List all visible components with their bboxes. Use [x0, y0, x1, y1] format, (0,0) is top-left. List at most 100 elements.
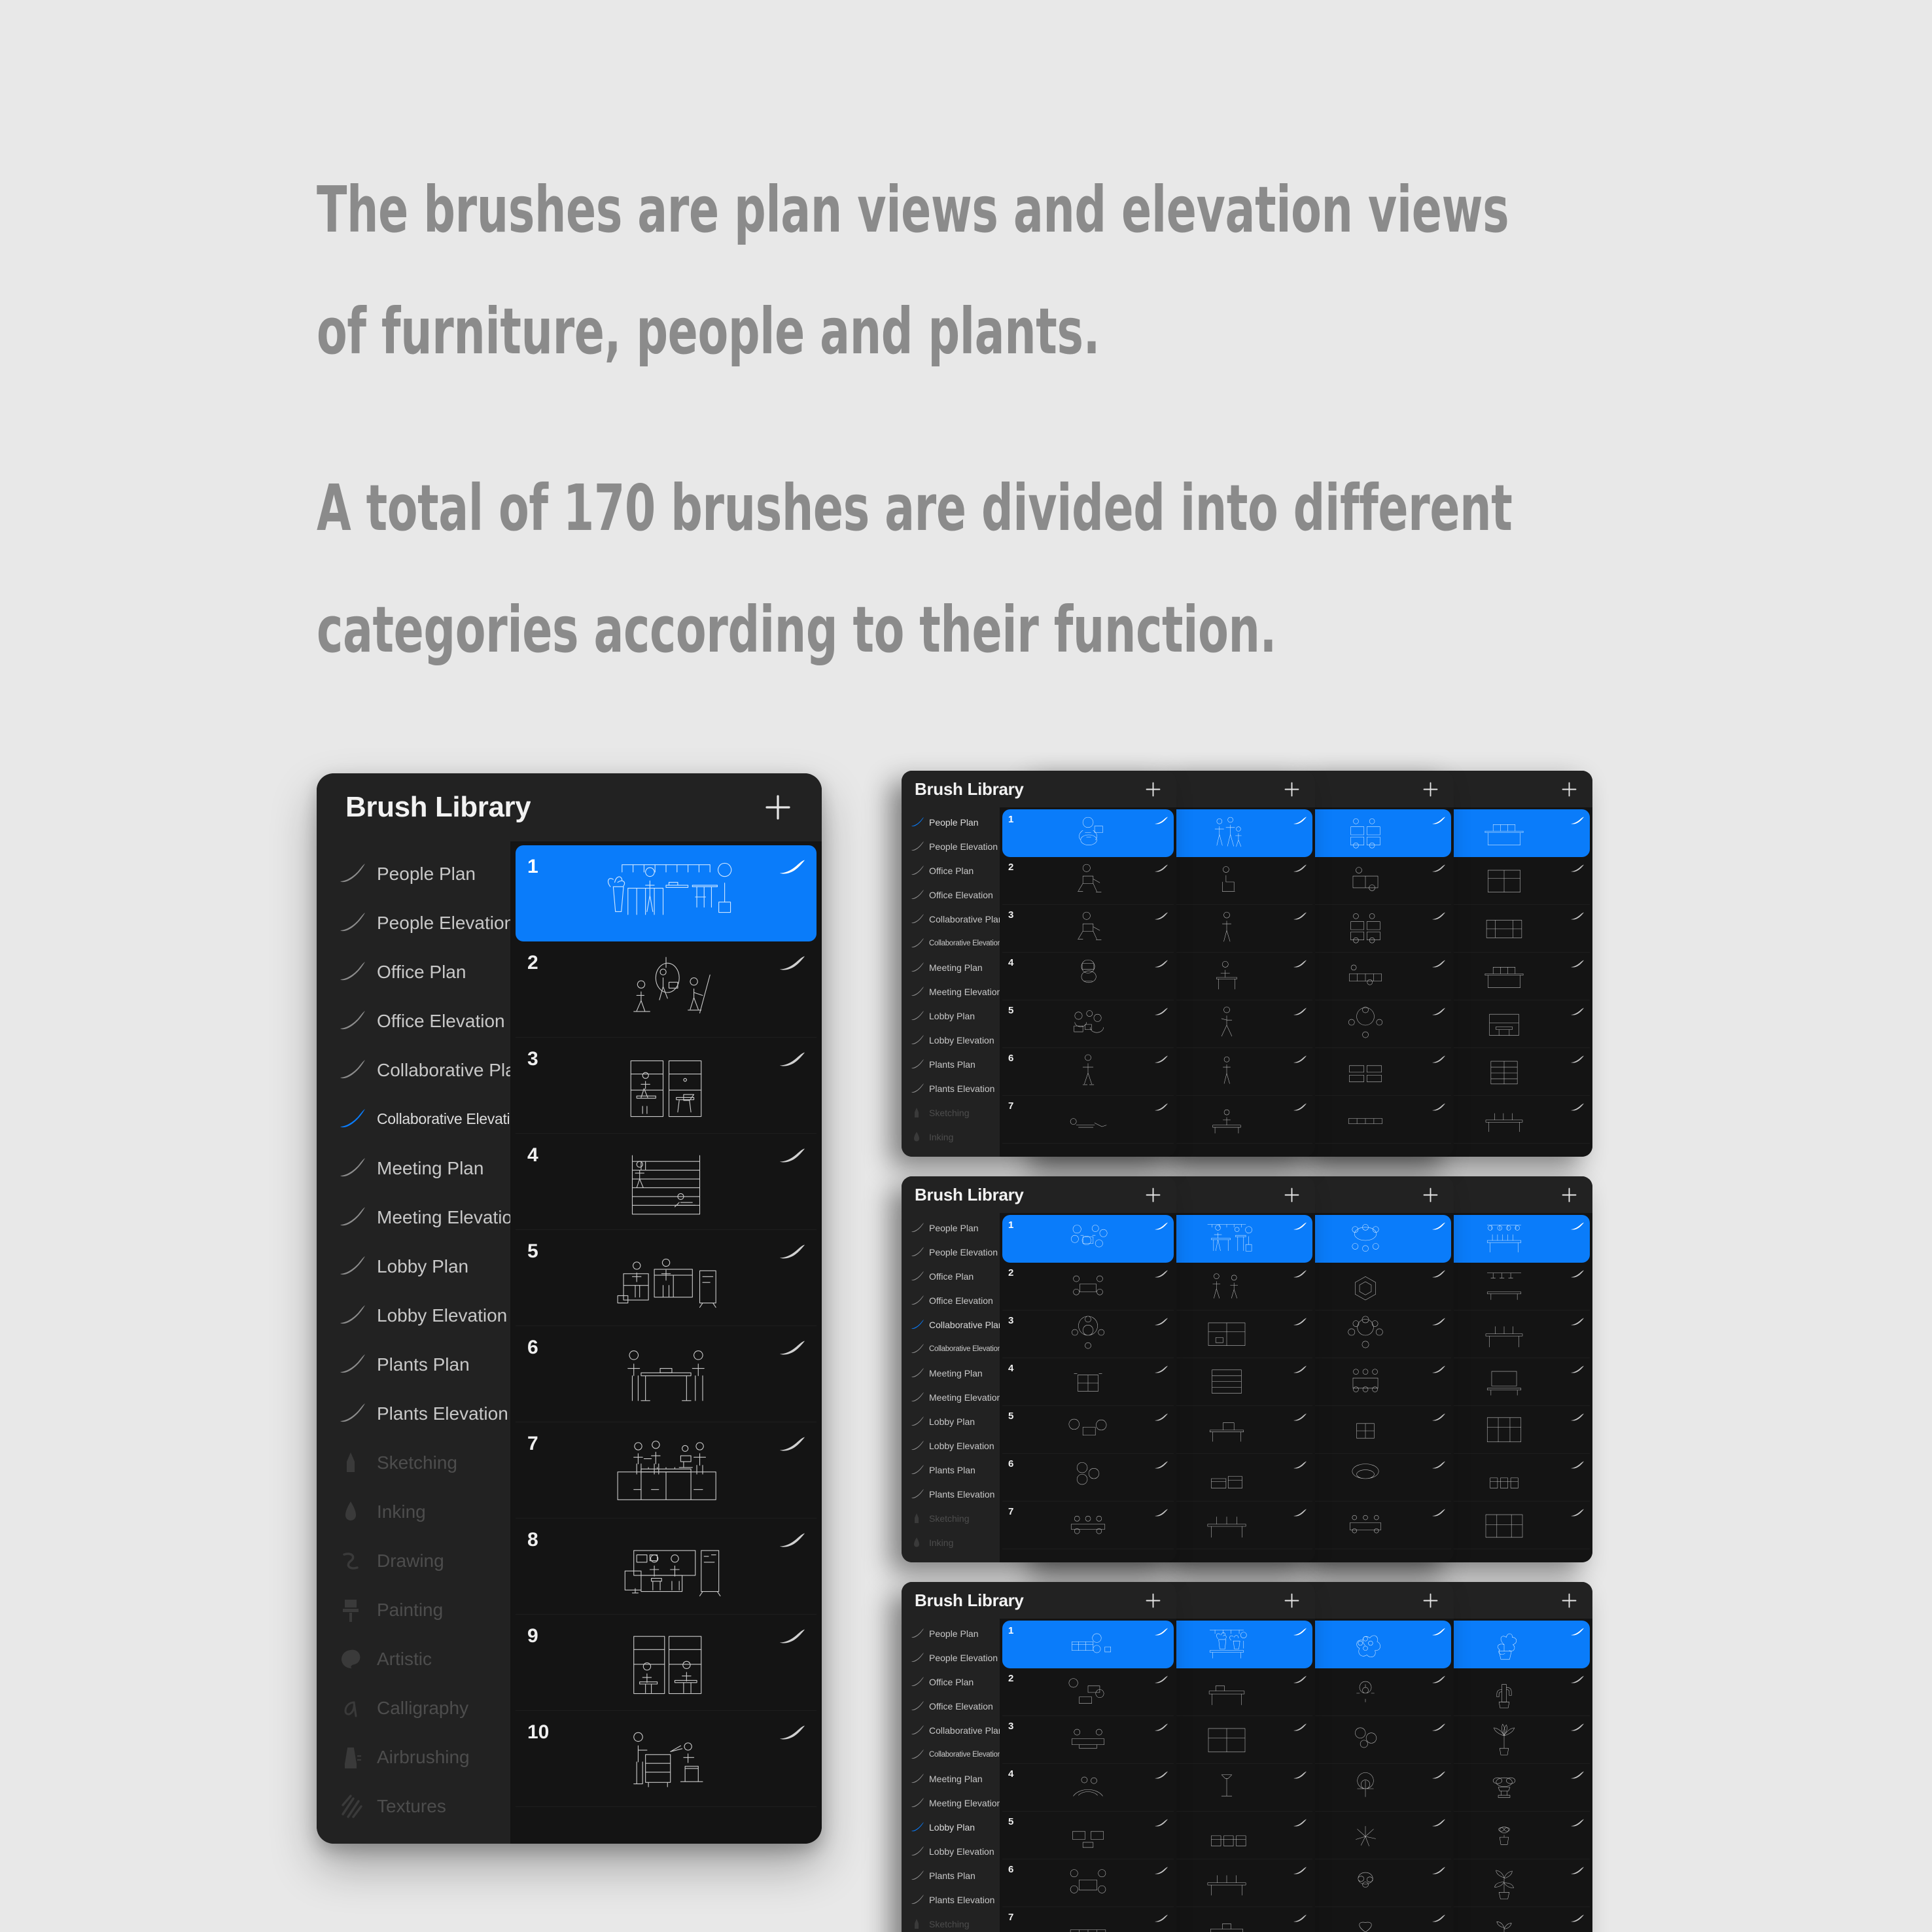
category-sidebar[interactable]: People Plan People Elevation Office Plan Of…: [317, 841, 510, 1844]
category-item-office-elevation[interactable]: Office Elevation: [902, 1288, 1000, 1312]
category-item-lobby-elevation[interactable]: Lobby Elevation: [902, 1839, 1000, 1863]
add-brush-button[interactable]: [1283, 1592, 1301, 1609]
category-item-meeting-plan[interactable]: Meeting Plan: [902, 1361, 1000, 1385]
category-item-collaborative-plan[interactable]: Collaborative Plan: [902, 1312, 1000, 1337]
category-item-collaborative-elevation[interactable]: Collaborative Elevation: [317, 1095, 510, 1144]
category-item-sketching[interactable]: Sketching: [902, 1506, 1000, 1530]
category-item-collaborative-plan[interactable]: Collaborative Plan: [902, 907, 1000, 931]
category-item-office-plan[interactable]: Office Plan: [902, 1264, 1000, 1288]
category-item-people-plan[interactable]: People Plan: [902, 1621, 1000, 1645]
category-item-airbrushing[interactable]: Airbrushing: [317, 1732, 510, 1782]
category-item-people-elevation[interactable]: People Elevation: [902, 1240, 1000, 1264]
brush-item[interactable]: 8: [516, 1519, 817, 1615]
brush-item[interactable]: 6: [1002, 1859, 1174, 1907]
category-item-meeting-elevation[interactable]: Meeting Elevation: [902, 1791, 1000, 1815]
brush-item[interactable]: 3: [1002, 905, 1174, 953]
brush-item[interactable]: 6: [1002, 1048, 1174, 1096]
brush-item[interactable]: 1: [1002, 809, 1174, 857]
category-item-sketching[interactable]: Sketching: [902, 1912, 1000, 1932]
add-brush-button[interactable]: [1422, 1592, 1439, 1609]
brush-item[interactable]: 6: [1002, 1454, 1174, 1502]
category-item-sketching[interactable]: Sketching: [902, 1100, 1000, 1125]
category-item-meeting-elevation[interactable]: Meeting Elevation: [902, 979, 1000, 1004]
brush-list[interactable]: 1234567: [1000, 1213, 1176, 1562]
category-sidebar[interactable]: People Plan People Elevation Office Plan Of…: [902, 1213, 1000, 1562]
category-item-meeting-elevation[interactable]: Meeting Elevation: [317, 1193, 510, 1242]
brush-item[interactable]: 5: [1002, 1000, 1174, 1048]
category-item-meeting-plan[interactable]: Meeting Plan: [902, 1766, 1000, 1791]
brush-item[interactable]: 7: [1002, 1096, 1174, 1144]
brush-item[interactable]: 1: [1002, 1215, 1174, 1263]
category-item-office-elevation[interactable]: Office Elevation: [902, 1694, 1000, 1718]
category-item-plants-elevation[interactable]: Plants Elevation: [902, 1076, 1000, 1100]
add-brush-button[interactable]: [1560, 781, 1578, 798]
brush-item[interactable]: 10: [516, 1711, 817, 1807]
category-item-collaborative-elevation[interactable]: Collaborative Elevation: [902, 1742, 1000, 1766]
brush-item[interactable]: 4: [516, 1134, 817, 1230]
category-item-sketching[interactable]: Sketching: [317, 1438, 510, 1487]
category-item-lobby-elevation[interactable]: Lobby Elevation: [317, 1291, 510, 1340]
brush-list[interactable]: 1 2 3 4 5 6 7 8 9 10: [510, 841, 822, 1844]
add-brush-button[interactable]: [1422, 781, 1439, 798]
add-brush-button[interactable]: [1283, 781, 1301, 798]
category-item-office-elevation[interactable]: Office Elevation: [902, 883, 1000, 907]
brush-item[interactable]: 5: [1002, 1812, 1174, 1859]
category-item-abstract[interactable]: Abstract: [317, 1831, 510, 1844]
category-item-painting[interactable]: Painting: [317, 1585, 510, 1634]
brush-item[interactable]: 5: [1002, 1406, 1174, 1454]
add-brush-button[interactable]: [1422, 1186, 1439, 1204]
category-item-calligraphy[interactable]: Calligraphy: [317, 1683, 510, 1732]
add-brush-button[interactable]: [1144, 1592, 1162, 1609]
brush-item[interactable]: 3: [516, 1038, 817, 1134]
category-item-people-elevation[interactable]: People Elevation: [317, 898, 510, 947]
category-sidebar[interactable]: People Plan People Elevation Office Plan Of…: [902, 807, 1000, 1157]
category-item-office-plan[interactable]: Office Plan: [902, 1670, 1000, 1694]
add-brush-button[interactable]: [1560, 1592, 1578, 1609]
category-item-collaborative-plan[interactable]: Collaborative Plan: [902, 1718, 1000, 1742]
category-item-office-plan[interactable]: Office Plan: [317, 947, 510, 996]
brush-item[interactable]: 3: [1002, 1310, 1174, 1358]
category-item-inking[interactable]: Inking: [902, 1125, 1000, 1149]
brush-item[interactable]: 1: [516, 845, 817, 941]
category-item-lobby-elevation[interactable]: Lobby Elevation: [902, 1028, 1000, 1052]
category-item-plants-elevation[interactable]: Plants Elevation: [902, 1888, 1000, 1912]
add-brush-button[interactable]: [763, 792, 793, 822]
category-item-lobby-elevation[interactable]: Lobby Elevation: [902, 1433, 1000, 1458]
brush-item[interactable]: 1: [1002, 1621, 1174, 1668]
add-brush-button[interactable]: [1144, 1186, 1162, 1204]
category-item-people-plan[interactable]: People Plan: [902, 810, 1000, 834]
brush-item[interactable]: 7: [1002, 1502, 1174, 1549]
category-item-people-elevation[interactable]: People Elevation: [902, 834, 1000, 858]
category-sidebar[interactable]: People Plan People Elevation Office Plan Of…: [902, 1619, 1000, 1932]
brush-item[interactable]: 2: [516, 941, 817, 1038]
brush-item[interactable]: 2: [1002, 1263, 1174, 1310]
category-item-meeting-plan[interactable]: Meeting Plan: [317, 1144, 510, 1193]
category-item-meeting-plan[interactable]: Meeting Plan: [902, 955, 1000, 979]
category-item-plants-elevation[interactable]: Plants Elevation: [902, 1482, 1000, 1506]
add-brush-button[interactable]: [1144, 781, 1162, 798]
brush-list[interactable]: 1234567: [1000, 807, 1176, 1157]
category-item-plants-plan[interactable]: Plants Plan: [902, 1458, 1000, 1482]
category-item-people-plan[interactable]: People Plan: [902, 1216, 1000, 1240]
category-item-plants-plan[interactable]: Plants Plan: [902, 1052, 1000, 1076]
brush-item[interactable]: 5: [516, 1230, 817, 1326]
category-item-collaborative-plan[interactable]: Collaborative Plan: [317, 1045, 510, 1095]
add-brush-button[interactable]: [1283, 1186, 1301, 1204]
category-item-collaborative-elevation[interactable]: Collaborative Elevation: [902, 931, 1000, 955]
category-item-lobby-plan[interactable]: Lobby Plan: [902, 1815, 1000, 1839]
category-item-inking[interactable]: Inking: [902, 1530, 1000, 1554]
category-item-office-elevation[interactable]: Office Elevation: [317, 996, 510, 1045]
add-brush-button[interactable]: [1560, 1186, 1578, 1204]
category-item-people-elevation[interactable]: People Elevation: [902, 1645, 1000, 1670]
brush-item[interactable]: 4: [1002, 1764, 1174, 1812]
category-item-plants-plan[interactable]: Plants Plan: [902, 1863, 1000, 1888]
brush-item[interactable]: 6: [516, 1326, 817, 1422]
category-item-artistic[interactable]: Artistic: [317, 1634, 510, 1683]
category-item-textures[interactable]: Textures: [317, 1782, 510, 1831]
category-item-lobby-plan[interactable]: Lobby Plan: [317, 1242, 510, 1291]
category-item-lobby-plan[interactable]: Lobby Plan: [902, 1004, 1000, 1028]
brush-item[interactable]: 4: [1002, 1358, 1174, 1406]
category-item-plants-elevation[interactable]: Plants Elevation: [317, 1389, 510, 1438]
brush-item[interactable]: 2: [1002, 857, 1174, 905]
category-item-plants-plan[interactable]: Plants Plan: [317, 1340, 510, 1389]
